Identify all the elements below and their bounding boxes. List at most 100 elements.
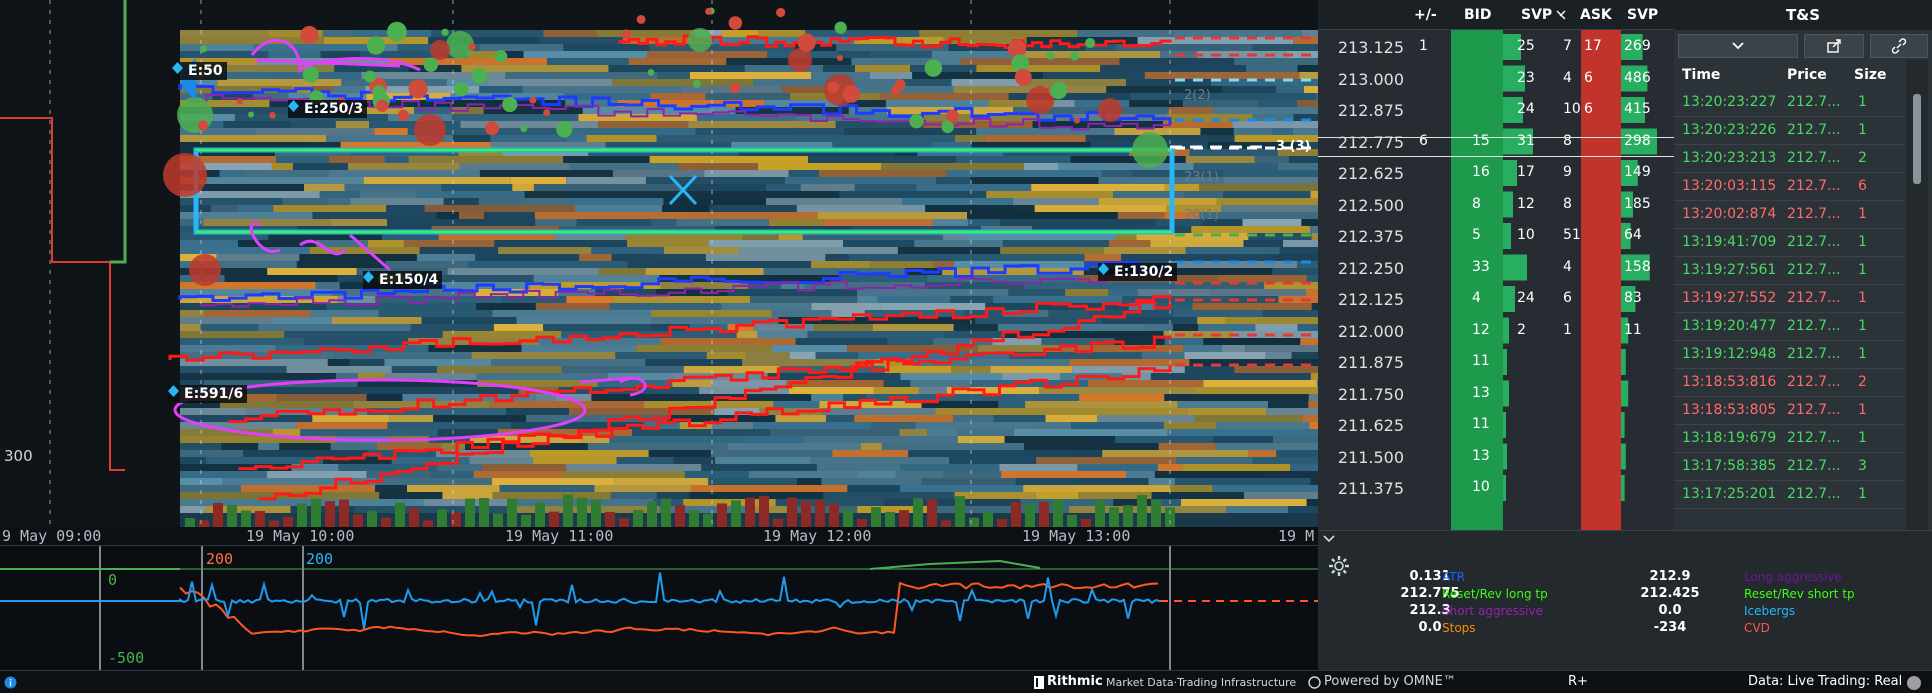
liquidity-band [591, 394, 689, 401]
ts-size-cell: 1 [1858, 206, 1867, 222]
ts-price-cell: 212.7... [1787, 430, 1841, 446]
heatmap-chart[interactable]: 300 E:50 E:250/3 E:150/4 E:130/2 E:591/6… [0, 0, 1318, 545]
legend-item[interactable]: ATR [1442, 570, 1465, 584]
trade-bubble [300, 25, 319, 45]
dom-header-svp-bid[interactable]: SVP [1521, 7, 1552, 23]
entry-label[interactable]: E:130/2 [1098, 263, 1178, 281]
ts-row[interactable]: 13:18:53:816 212.7... 2 [1674, 368, 1904, 397]
dom-header-bid[interactable]: BID [1464, 7, 1492, 23]
dom-header-ask[interactable]: ASK [1580, 7, 1612, 23]
liquidity-band [292, 163, 348, 170]
liquidity-band [1310, 373, 1318, 380]
dom-header-plusminus[interactable]: +/- [1414, 7, 1437, 23]
entry-label[interactable]: E:150/4 [363, 271, 443, 289]
reset-icon[interactable] [1556, 10, 1566, 20]
ts-row[interactable]: 13:18:53:805 212.7... 1 [1674, 396, 1904, 425]
dom-ask-cell: 6 [1584, 69, 1593, 86]
ts-header-time[interactable]: Time [1682, 67, 1720, 83]
liquidity-band [335, 121, 370, 128]
info-icon[interactable] [4, 676, 17, 689]
gear-icon[interactable] [1328, 555, 1350, 577]
liquidity-band [860, 443, 882, 450]
cvd-indicator-canvas[interactable] [0, 546, 1318, 670]
liquidity-band [886, 338, 934, 345]
liquidity-band [915, 422, 1072, 429]
ts-dropdown-button[interactable] [1678, 34, 1798, 58]
volume-bar [745, 497, 755, 527]
svp-ask-bar [1621, 349, 1626, 375]
trade-bubble [199, 44, 208, 53]
liquidity-band [955, 135, 985, 142]
volume-bar [941, 520, 951, 527]
chevron-down-icon[interactable] [1322, 534, 1336, 544]
ts-row[interactable]: 13:20:03:115 212.7... 6 [1674, 172, 1904, 201]
liquidity-band [327, 198, 351, 205]
ts-row[interactable]: 13:19:27:561 212.7... 1 [1674, 256, 1904, 285]
liquidity-band [611, 254, 654, 261]
zero-label: 0 [108, 571, 118, 589]
ts-row[interactable]: 13:17:58:385 212.7... 3 [1674, 452, 1904, 481]
legend-item[interactable]: Reset/Rev long tp [1442, 587, 1548, 601]
liquidity-band [1115, 436, 1214, 443]
dom-price-cell: 211.750 [1337, 384, 1404, 404]
liquidity-band [566, 464, 702, 471]
ts-link-button[interactable] [1870, 34, 1928, 58]
liquidity-band [992, 296, 1123, 303]
ts-header-size[interactable]: Size [1854, 67, 1887, 83]
legend-item[interactable]: Icebergs [1744, 604, 1795, 618]
dom-svp-mid-cell: 7 [1563, 38, 1572, 54]
ts-row[interactable]: 13:19:41:709 212.7... 1 [1674, 228, 1904, 257]
liquidity-band [1151, 492, 1245, 499]
ts-row[interactable]: 13:20:23:226 212.7... 1 [1674, 116, 1904, 145]
legend-item[interactable]: Reset/Rev short tp [1744, 587, 1855, 601]
ts-row[interactable]: 13:20:23:227 212.7... 1 [1674, 88, 1904, 117]
entry-label[interactable]: E:50 [172, 62, 227, 80]
ts-header-price[interactable]: Price [1787, 67, 1827, 83]
entry-label[interactable]: E:591/6 [168, 385, 248, 403]
liquidity-band [1102, 450, 1249, 457]
legend-item[interactable]: Stops [1442, 621, 1476, 635]
ts-row[interactable]: 13:20:02:874 212.7... 1 [1674, 200, 1904, 229]
liquidity-band [1177, 401, 1269, 408]
ts-row[interactable]: 13:19:12:948 212.7... 1 [1674, 340, 1904, 369]
ts-row[interactable]: 13:19:20:477 212.7... 1 [1674, 312, 1904, 341]
ts-scrollbar-thumb[interactable] [1913, 94, 1921, 184]
dom-svp-ask-cell: 149 [1624, 164, 1651, 180]
dom-ladder[interactable]: +/- BID SVP ASK SVP 213.125 1 25 7 17 269 213.… [1318, 0, 1674, 530]
ts-row[interactable]: 13:19:27:552 212.7... 1 [1674, 284, 1904, 313]
legend-item[interactable]: Long aggressive [1744, 570, 1842, 584]
liquidity-band [267, 268, 357, 275]
ts-row[interactable]: 13:20:23:213 212.7... 2 [1674, 144, 1904, 173]
legend-item[interactable]: CVD [1744, 621, 1770, 635]
liquidity-band [1246, 65, 1298, 72]
liquidity-band [350, 198, 444, 205]
liquidity-band [910, 380, 971, 387]
ts-row[interactable]: 13:18:19:679 212.7... 1 [1674, 424, 1904, 453]
liquidity-band [180, 443, 222, 450]
dom-svp-mid-cell: 6 [1563, 290, 1572, 306]
legend-item[interactable]: Short aggressive [1442, 604, 1543, 618]
dom-bid-cell: 5 [1472, 227, 1481, 243]
cvd-indicator-panel[interactable]: 200 200 0 -500 [0, 545, 1318, 670]
link-icon [1891, 38, 1907, 54]
liquidity-band [854, 65, 911, 72]
dom-header-svp-ask[interactable]: SVP [1627, 7, 1658, 23]
trade-bubble [946, 109, 959, 123]
svp-bid-bar [1503, 443, 1507, 470]
ts-row[interactable]: 13:17:25:201 212.7... 1 [1674, 480, 1904, 509]
time-and-sales-panel[interactable]: T&S Time Price Size 13:20:23:227 212.7...… [1674, 0, 1932, 530]
liquidity-band [241, 387, 371, 394]
ts-scrollbar[interactable] [1906, 60, 1928, 530]
liquidity-band [473, 471, 562, 478]
liquidity-band [818, 170, 947, 177]
ts-export-button[interactable] [1804, 34, 1864, 58]
liquidity-band [566, 135, 587, 142]
liquidity-band [1297, 324, 1318, 331]
liquidity-band [1203, 380, 1317, 387]
connection-status-icon[interactable] [1906, 675, 1922, 691]
entry-label[interactable]: E:250/3 [288, 100, 368, 118]
left-scale-value: 300 [4, 447, 33, 465]
ts-size-cell: 1 [1858, 318, 1867, 334]
volume-bar [185, 518, 195, 527]
liquidity-band [1254, 156, 1289, 163]
